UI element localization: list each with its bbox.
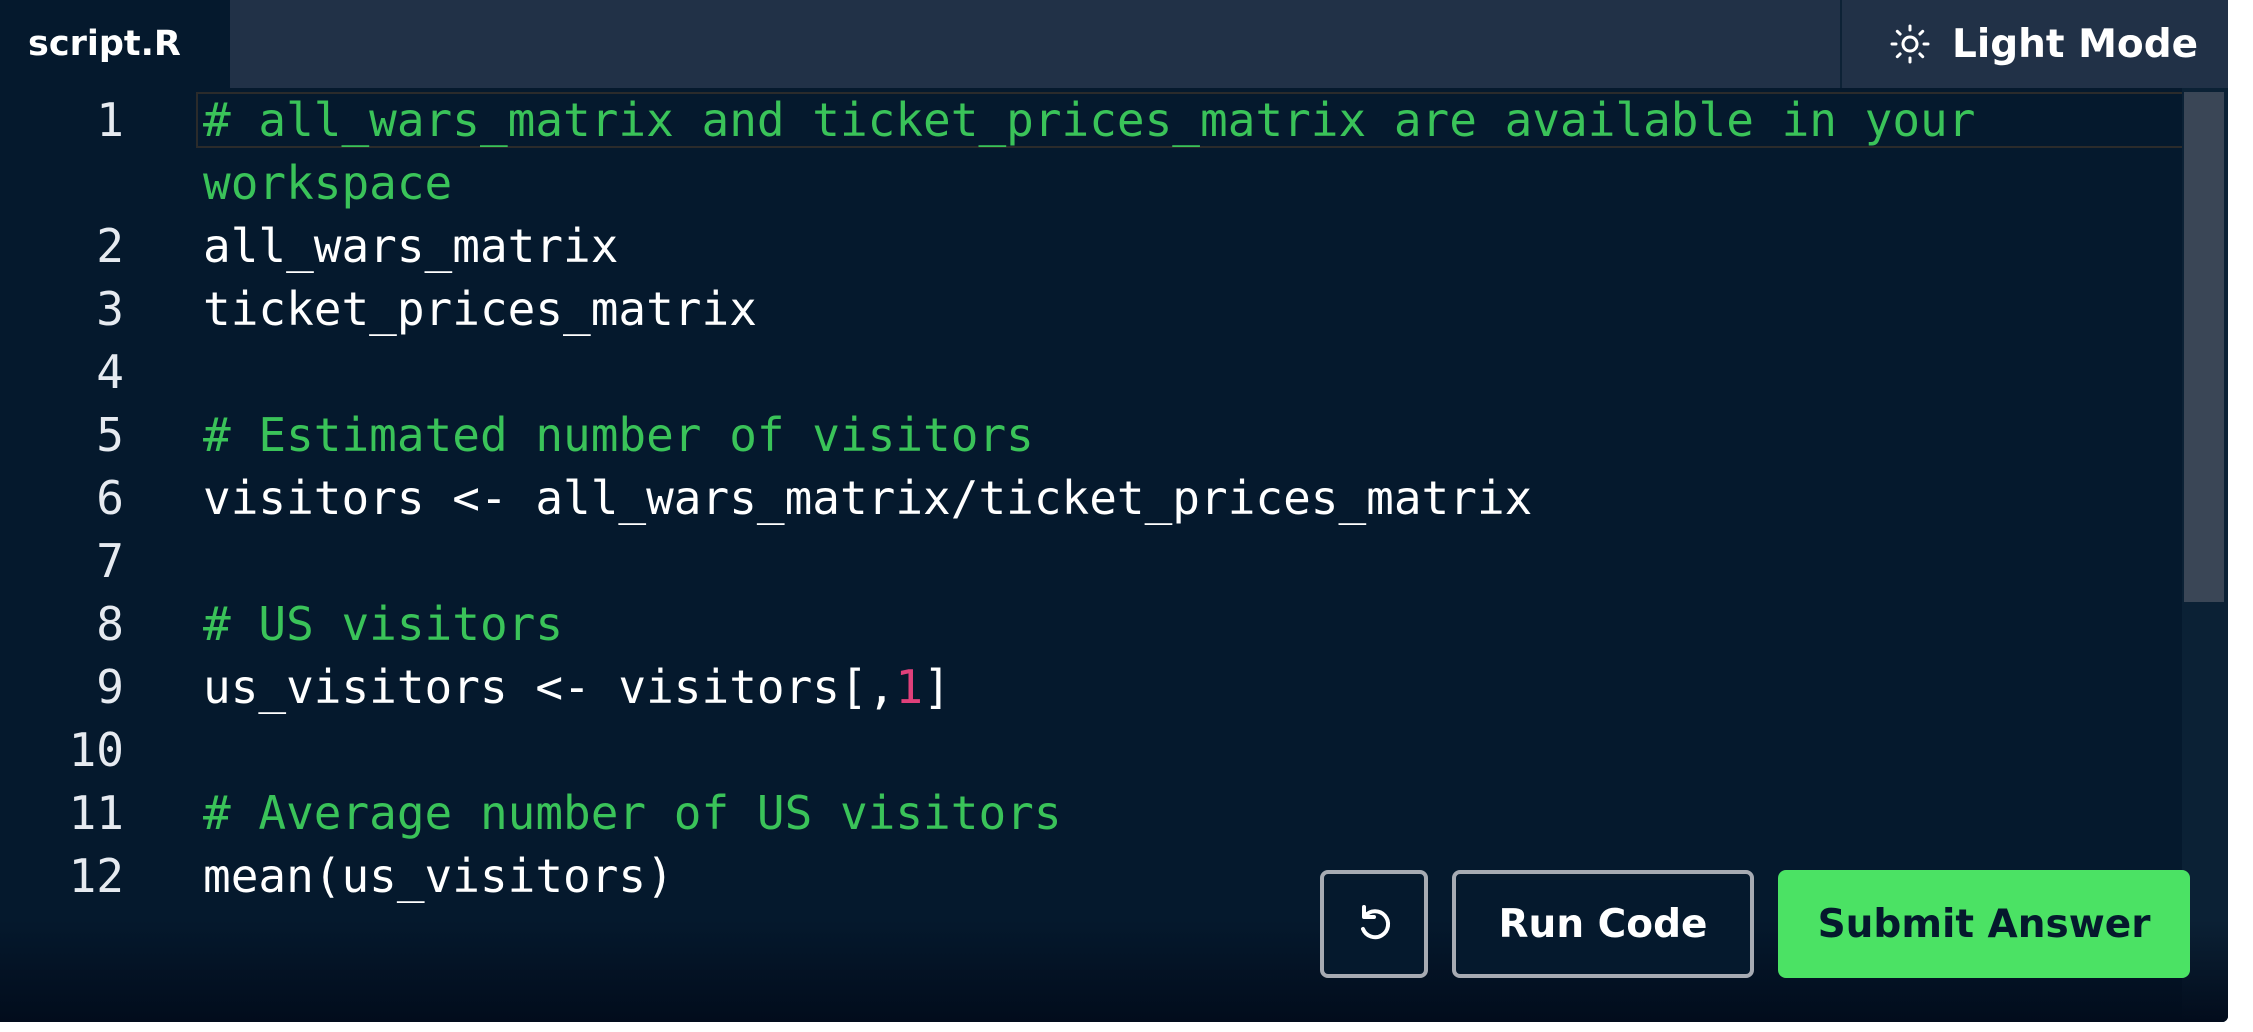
line-number: 1 (96, 93, 124, 147)
line-number (0, 152, 124, 215)
tab-script-r[interactable]: script.R (0, 0, 230, 88)
code-comment: # Estimated number of visitors (203, 408, 1034, 462)
code-token: ticket_prices_matrix (203, 282, 757, 336)
line-number: 12 (68, 849, 124, 903)
code-comment: # Average number of US visitors (203, 786, 1062, 840)
line-number: 10 (68, 723, 124, 777)
code-line[interactable]: all_wars_matrix (203, 215, 618, 278)
code-comment: # US visitors (203, 597, 564, 651)
line-number: 11 (68, 786, 124, 840)
code-line[interactable]: # Estimated number of visitors (203, 404, 1034, 467)
submit-answer-button[interactable]: Submit Answer (1778, 870, 2190, 978)
run-code-button[interactable]: Run Code (1452, 870, 1754, 978)
code-token: visitors <- all_wars_matrix/ticket_price… (203, 471, 1533, 525)
code-line[interactable]: # all_wars_matrix and ticket_prices_matr… (203, 89, 1975, 152)
tab-bar: script.R Light Mode (0, 0, 2228, 88)
line-number: 5 (96, 408, 124, 462)
line-number: 2 (96, 219, 124, 273)
reset-code-button[interactable] (1320, 870, 1428, 978)
code-line[interactable]: mean(us_visitors) (203, 845, 674, 908)
code-line[interactable]: # Average number of US visitors (203, 782, 1062, 845)
code-comment: # all_wars_matrix and ticket_prices_matr… (203, 93, 1976, 147)
code-line[interactable]: ticket_prices_matrix (203, 278, 757, 341)
code-token: mean(us_visitors) (203, 849, 674, 903)
scrollbar-thumb[interactable] (2184, 92, 2224, 602)
reset-icon (1361, 905, 1391, 940)
code-token: us_visitors <- visitors[, (203, 660, 896, 714)
code-line[interactable]: workspace (203, 152, 452, 215)
line-number: 4 (96, 345, 124, 399)
code-line[interactable]: us_visitors <- visitors[,1] (203, 656, 951, 719)
code-number: 1 (895, 660, 924, 714)
sun-icon (1890, 24, 1930, 64)
line-number: 3 (96, 282, 124, 336)
code-line[interactable]: # US visitors (203, 593, 563, 656)
light-mode-label: Light Mode (1952, 21, 2199, 67)
code-editor: script.R Light Mode 1 2 3 4 5 6 7 8 9 10 11 12 (0, 0, 2228, 1022)
code-token: ] (923, 660, 951, 714)
code-line[interactable]: visitors <- all_wars_matrix/ticket_price… (203, 467, 1532, 530)
line-number: 9 (96, 660, 124, 714)
line-number: 8 (96, 597, 124, 651)
light-mode-toggle[interactable]: Light Mode (1840, 0, 2228, 88)
line-number: 7 (96, 534, 124, 588)
line-number: 6 (96, 471, 124, 525)
code-token: all_wars_matrix (203, 219, 619, 273)
code-comment: workspace (203, 156, 453, 210)
